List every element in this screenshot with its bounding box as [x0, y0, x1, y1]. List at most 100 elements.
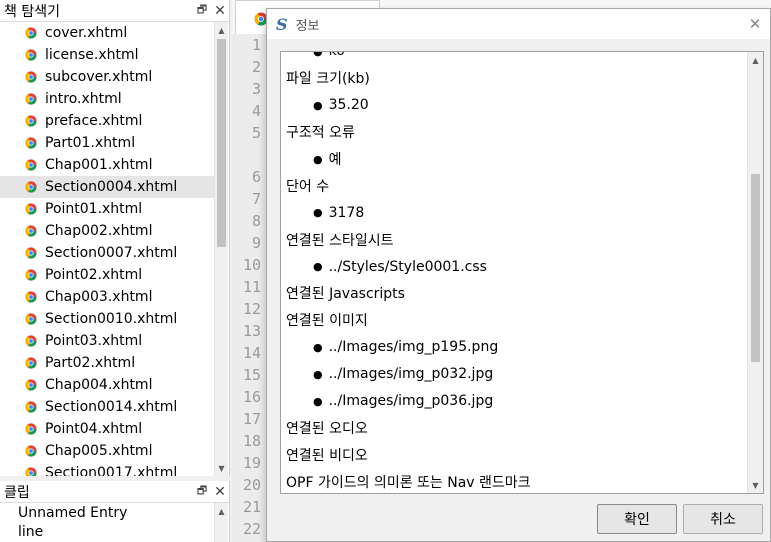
scroll-thumb[interactable] [217, 39, 226, 247]
clip-panel: 클립 🗗 ✕ Unnamed Entry line ▲ [0, 481, 230, 542]
scroll-up-arrow-icon[interactable]: ▲ [215, 22, 228, 38]
file-name: Point03.xhtml [45, 333, 143, 349]
file-list-item[interactable]: Section0004.xhtml [0, 176, 214, 198]
file-list-item[interactable]: Point03.xhtml [0, 330, 214, 352]
file-list-item[interactable]: Point01.xhtml [0, 198, 214, 220]
line-number: 16 [242, 388, 261, 406]
info-dialog: S 정보 ✕ ● ko 파일 크기(kb) ● 35.20 구조적 오류 ● 예 단어 수 ● 31… [266, 8, 771, 542]
info-heading: 연결된 오디오 [281, 414, 749, 441]
scroll-up-arrow-icon[interactable]: ▲ [215, 503, 228, 519]
chrome-like-browser-icon [24, 49, 37, 62]
sigil-logo-icon: S [276, 14, 288, 34]
chrome-like-browser-icon [24, 467, 37, 476]
info-text: 예 [328, 152, 342, 168]
info-value: ● ko [281, 51, 749, 65]
bullet-icon: ● [313, 152, 323, 166]
restore-icon[interactable]: 🗗 [193, 2, 211, 20]
file-list-item[interactable]: Section0014.xhtml [0, 396, 214, 418]
line-number: 1 [251, 36, 261, 54]
chrome-like-browser-icon [24, 401, 37, 414]
line-number: 2 [251, 58, 261, 76]
file-list-item[interactable]: preface.xhtml [0, 110, 214, 132]
info-text: 구조적 오류 [286, 125, 355, 142]
line-number: 6 [251, 168, 261, 186]
clip-list-item[interactable]: Unnamed Entry [0, 503, 214, 522]
file-name: Section0017.xhtml [45, 465, 178, 476]
line-number: 3 [251, 80, 261, 98]
scroll-down-arrow-icon[interactable]: ▼ [748, 477, 763, 493]
info-heading: 구조적 오류 [281, 119, 749, 146]
close-icon[interactable]: ✕ [740, 9, 770, 39]
info-value: ● ../Images/img_p195.png [281, 334, 749, 361]
file-list-item[interactable]: Point02.xhtml [0, 264, 214, 286]
file-list-item[interactable]: Section0007.xhtml [0, 242, 214, 264]
info-heading: 연결된 비디오 [281, 441, 749, 468]
clip-list-scrollbar[interactable]: ▲ [214, 503, 228, 542]
file-list-item[interactable]: cover.xhtml [0, 22, 214, 44]
cancel-button[interactable]: 취소 [683, 504, 763, 534]
line-number: 21 [242, 498, 261, 516]
file-list-scrollbar[interactable]: ▲ ▼ [214, 22, 228, 476]
line-number: 19 [242, 454, 261, 472]
close-icon[interactable]: ✕ [211, 2, 229, 20]
line-number: 12 [242, 300, 261, 318]
scroll-thumb[interactable] [751, 174, 760, 362]
clip-title: 클립 [4, 484, 30, 501]
chrome-like-browser-icon [24, 445, 37, 458]
file-name: Chap002.xhtml [45, 223, 153, 239]
chrome-like-browser-icon [24, 269, 37, 282]
file-name: Point04.xhtml [45, 421, 143, 437]
file-list-item[interactable]: Chap001.xhtml [0, 154, 214, 176]
info-scrollbar[interactable]: ▲ ▼ [747, 52, 763, 493]
info-text: 3178 [328, 204, 365, 221]
info-text: 35.20 [328, 97, 369, 114]
bullet-icon: ● [313, 260, 323, 274]
file-list-item[interactable]: Part02.xhtml [0, 352, 214, 374]
line-number: 17 [242, 410, 261, 428]
file-name: Chap004.xhtml [45, 377, 153, 393]
file-list-item[interactable]: Section0017.xhtml [0, 462, 214, 476]
file-list-item[interactable]: Section0010.xhtml [0, 308, 214, 330]
file-name: Chap001.xhtml [45, 157, 153, 173]
scroll-up-arrow-icon[interactable]: ▲ [748, 52, 763, 68]
info-text: 연결된 Javascripts [286, 286, 405, 303]
info-value: ● ../Styles/Style0001.css [281, 253, 749, 280]
chrome-like-browser-icon [24, 313, 37, 326]
line-number: 13 [242, 322, 261, 340]
file-name: cover.xhtml [45, 25, 128, 41]
file-list-item[interactable]: Chap005.xhtml [0, 440, 214, 462]
file-list-item[interactable]: subcover.xhtml [0, 66, 214, 88]
line-number: 4 [251, 102, 261, 120]
file-name: Point01.xhtml [45, 201, 143, 217]
line-number: 20 [242, 476, 261, 494]
info-text: 파일 크기(kb) [286, 71, 370, 88]
bullet-icon: ● [313, 394, 323, 408]
line-number-gutter: 1 2 3 4 5 6 7 8 9 10 11 12 13 14 15 16 17 18 19 20 21 22 [232, 34, 266, 542]
file-list-item[interactable]: Chap002.xhtml [0, 220, 214, 242]
file-list-item[interactable]: Point04.xhtml [0, 418, 214, 440]
restore-icon[interactable]: 🗗 [193, 483, 211, 501]
file-name: Chap005.xhtml [45, 443, 153, 459]
book-browser-panel: 책 탐색기 🗗 ✕ cover.xhtml license.xhtml subcov… [0, 0, 230, 476]
chrome-like-browser-icon [24, 379, 37, 392]
clip-list-item[interactable]: line [0, 522, 214, 541]
file-list-item[interactable]: Chap003.xhtml [0, 286, 214, 308]
info-text: ko [328, 51, 345, 60]
file-list-item[interactable]: intro.xhtml [0, 88, 214, 110]
close-icon[interactable]: ✕ [211, 483, 229, 501]
bullet-icon: ● [313, 51, 323, 58]
line-number [232, 144, 266, 166]
line-number: 18 [242, 432, 261, 450]
info-content: ● ko 파일 크기(kb) ● 35.20 구조적 오류 ● 예 단어 수 ● 3178 연결된 스… [280, 51, 764, 494]
file-list-item[interactable]: Chap004.xhtml [0, 374, 214, 396]
file-name: preface.xhtml [45, 113, 143, 129]
chrome-like-browser-icon [24, 93, 37, 106]
clip-list: Unnamed Entry line [0, 503, 214, 542]
book-browser-header: 책 탐색기 🗗 ✕ [0, 0, 229, 22]
scroll-down-arrow-icon[interactable]: ▼ [215, 460, 228, 476]
ok-button[interactable]: 확인 [597, 504, 677, 534]
info-text: ../Styles/Style0001.css [328, 258, 487, 275]
file-list-item[interactable]: Part01.xhtml [0, 132, 214, 154]
chrome-like-browser-icon [24, 225, 37, 238]
file-list-item[interactable]: license.xhtml [0, 44, 214, 66]
